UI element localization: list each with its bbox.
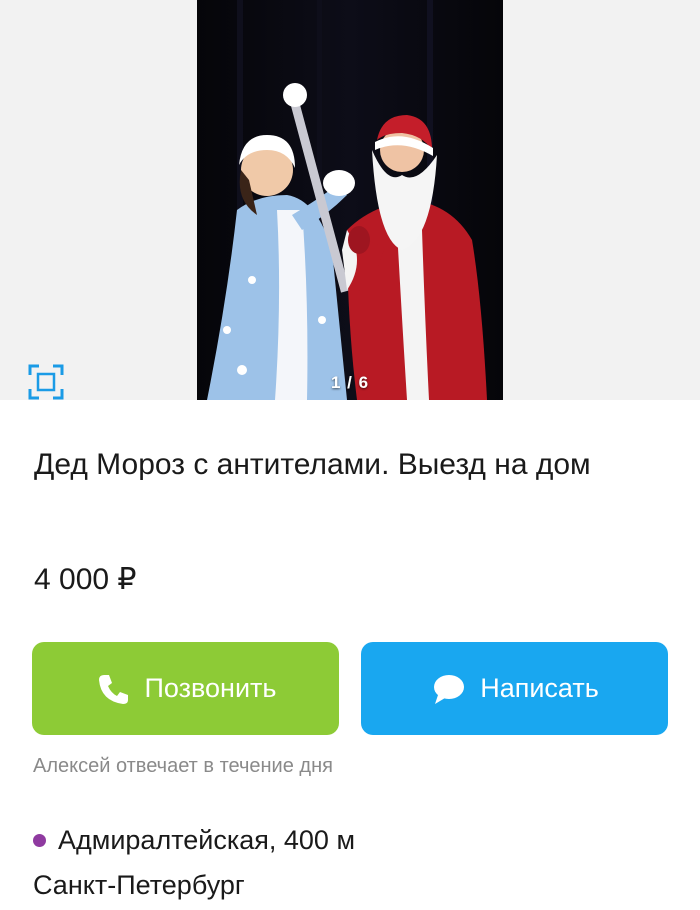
fullscreen-icon[interactable]	[27, 363, 65, 401]
write-button-label: Написать	[480, 673, 599, 703]
city-label: Санкт-Петербург	[33, 870, 245, 900]
photo-counter: 1 / 6	[331, 373, 370, 392]
photo-gallery[interactable]: 1 / 6	[0, 0, 700, 400]
chat-bubble-icon	[434, 674, 465, 704]
call-button[interactable]: Позвонить	[32, 642, 339, 735]
listing-price: 4 000 ₽	[34, 563, 137, 596]
write-button[interactable]: Написать	[361, 642, 668, 735]
call-button-label: Позвонить	[144, 673, 277, 703]
santa-snow-maiden-photo	[197, 0, 503, 400]
metro-station-label: Адмиралтейская, 400 м	[58, 825, 356, 855]
listing-photo[interactable]	[197, 0, 503, 400]
listing-title: Дед Мороз с антителами. Выезд на дом	[34, 448, 591, 481]
metro-station: Адмиралтейская, 400 м	[33, 825, 355, 856]
seller-response-time: Алексей отвечает в течение дня	[33, 755, 333, 777]
phone-icon	[98, 674, 128, 704]
metro-line-dot	[33, 834, 46, 847]
